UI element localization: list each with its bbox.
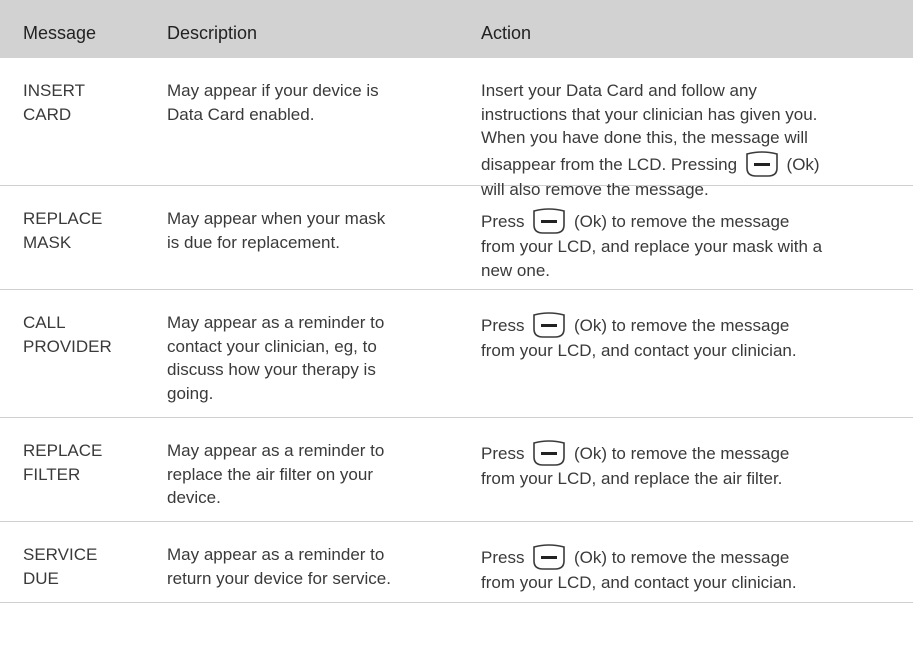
messages-table: Message Description Action INSERT CARD M… — [0, 0, 913, 603]
ok-key-icon — [744, 150, 780, 178]
message-cell: REPLACE FILTER — [23, 441, 103, 484]
table-row: REPLACE FILTER May appear as a reminder … — [0, 418, 913, 522]
ok-key-icon — [531, 311, 567, 339]
table-row: SERVICE DUE May appear as a reminder to … — [0, 522, 913, 603]
header-message: Message — [23, 23, 97, 43]
action-text: Press — [481, 548, 525, 567]
action-text: (Ok) to remove the message from your LCD… — [481, 316, 797, 360]
message-cell: SERVICE DUE — [23, 545, 98, 588]
action-cell: Insert your Data Card and follow any ins… — [481, 79, 901, 201]
description-cell: May appear as a reminder to replace the … — [167, 441, 385, 507]
action-text: Press — [481, 444, 525, 463]
table-row: REPLACE MASK May appear when your mask i… — [0, 186, 913, 290]
message-cell: INSERT CARD — [23, 81, 86, 124]
header-description: Description — [167, 23, 258, 43]
description-cell: May appear as a reminder to return your … — [167, 545, 391, 588]
table-row: CALL PROVIDER May appear as a reminder t… — [0, 290, 913, 418]
header-action: Action — [481, 23, 532, 43]
action-text: Press — [481, 316, 525, 335]
description-cell: May appear as a reminder to contact your… — [167, 313, 385, 403]
message-cell: CALL PROVIDER — [23, 313, 112, 356]
action-text: Press — [481, 212, 525, 231]
action-cell: Press (Ok) to remove the message from yo… — [481, 207, 901, 282]
ok-key-icon — [531, 439, 567, 467]
description-cell: May appear if your device is Data Card e… — [167, 81, 379, 124]
action-text: (Ok) to remove the message from your LCD… — [481, 444, 790, 488]
action-cell: Press (Ok) to remove the message from yo… — [481, 543, 901, 595]
ok-key-icon — [531, 207, 567, 235]
ok-key-icon — [531, 543, 567, 571]
action-cell: Press (Ok) to remove the message from yo… — [481, 439, 901, 491]
action-text: (Ok) to remove the message from your LCD… — [481, 548, 797, 592]
table-header: Message Description Action — [0, 0, 913, 58]
action-cell: Press (Ok) to remove the message from yo… — [481, 311, 901, 363]
message-cell: REPLACE MASK — [23, 209, 103, 252]
table-row: INSERT CARD May appear if your device is… — [0, 58, 913, 199]
description-cell: May appear when your mask is due for rep… — [167, 209, 386, 252]
